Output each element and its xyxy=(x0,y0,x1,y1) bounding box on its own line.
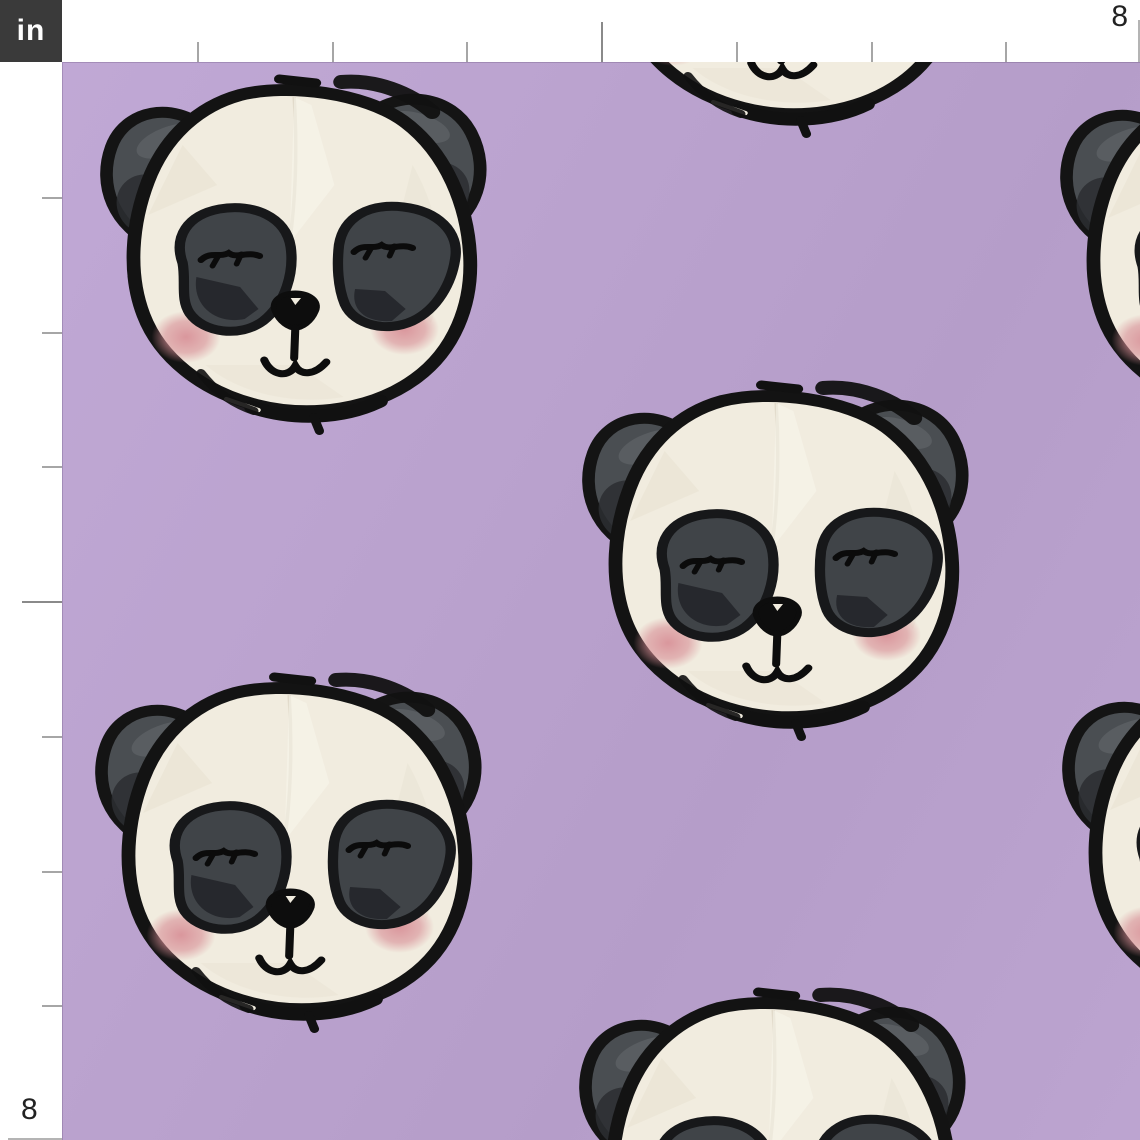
panda-top-right-partial xyxy=(1066,82,1140,434)
top-ruler-tick-7in xyxy=(1005,42,1007,62)
left-ruler-tick-1in xyxy=(42,197,62,199)
top-ruler: 8 xyxy=(62,0,1140,62)
top-ruler-tick-1in xyxy=(197,42,199,62)
top-ruler-tick-3in xyxy=(466,42,468,62)
top-ruler-tick-5in xyxy=(736,42,738,62)
left-ruler-tick-3in xyxy=(42,466,62,468)
left-ruler: 8 xyxy=(0,62,62,1140)
unit-label: in xyxy=(16,14,46,47)
unit-corner-badge: in xyxy=(0,0,62,62)
fabric-measure-preview: 8 8 in xyxy=(0,0,1140,1140)
top-ruler-end-label: 8 xyxy=(1111,0,1128,33)
top-ruler-tick-4in xyxy=(601,22,603,62)
panda-pattern xyxy=(62,62,1140,1140)
panda-middle xyxy=(588,385,962,737)
panda-top-center-partial xyxy=(593,62,967,134)
left-ruler-tick-4in xyxy=(22,601,62,603)
panda-lower-left xyxy=(101,677,475,1029)
fabric-swatch[interactable] xyxy=(62,62,1140,1140)
panda-mid-right-partial xyxy=(1068,674,1140,1026)
left-ruler-tick-6in xyxy=(42,871,62,873)
left-ruler-tick-2in xyxy=(42,332,62,334)
left-ruler-tick-7in xyxy=(42,1005,62,1007)
panda-top-left xyxy=(106,79,480,431)
panda-bottom-center-partial xyxy=(585,992,959,1140)
left-ruler-tick-5in xyxy=(42,736,62,738)
top-ruler-tick-2in xyxy=(332,42,334,62)
top-ruler-tick-6in xyxy=(871,42,873,62)
left-ruler-end-label: 8 xyxy=(21,1093,38,1126)
